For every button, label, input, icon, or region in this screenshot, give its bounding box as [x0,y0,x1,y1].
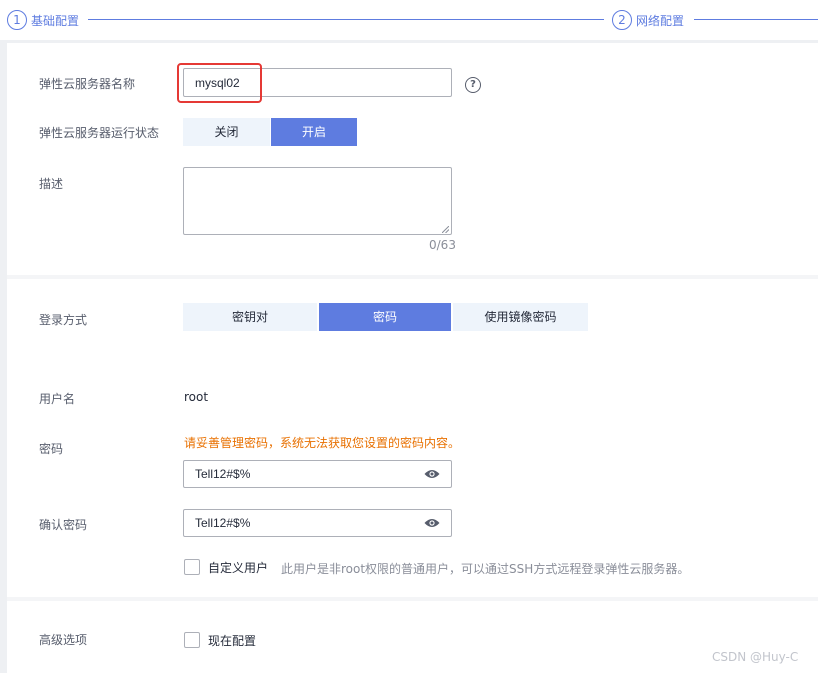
description-counter: 0/63 [429,238,456,252]
status-on-button[interactable]: 开启 [271,118,357,146]
confirm-password-input[interactable] [183,509,452,537]
step-2-label: 网络配置 [636,14,685,28]
username-value: root [184,390,209,404]
custom-user-checkbox[interactable] [184,559,200,575]
password-label: 密码 [39,442,64,456]
login-keypair-button[interactable]: 密钥对 [183,303,317,331]
step-header: 1 基础配置 2 网络配置 [0,0,818,40]
username-label: 用户名 [39,392,76,406]
step-1-number: 1 [7,10,27,30]
server-name-label: 弹性云服务器名称 [39,77,136,91]
login-password-button[interactable]: 密码 [319,303,451,331]
name-highlight-box [177,63,262,103]
section-divider [7,597,818,601]
watermark: CSDN @Huy-C [712,650,799,664]
step-2-number: 2 [612,10,632,30]
status-label: 弹性云服务器运行状态 [39,126,160,140]
confirm-password-label: 确认密码 [39,518,88,532]
status-off-button[interactable]: 关闭 [183,118,270,146]
configure-now-label: 现在配置 [208,634,257,648]
custom-user-label: 自定义用户 [208,561,269,575]
step-connector-tail [694,19,818,20]
custom-user-note: 此用户是非root权限的普通用户，可以通过SSH方式远程登录弹性云服务器。 [281,562,690,576]
advanced-options-label: 高级选项 [39,633,88,647]
configure-now-checkbox[interactable] [184,632,200,648]
show-password-eye-icon[interactable] [424,469,440,479]
password-warning: 请妥善管理密码，系统无法获取您设置的密码内容。 [184,436,461,450]
login-method-label: 登录方式 [39,313,88,327]
step-1-label: 基础配置 [31,14,80,28]
step-connector [88,19,604,20]
description-label: 描述 [39,177,64,191]
resize-handle-icon[interactable] [442,226,449,233]
description-textarea[interactable] [183,167,452,235]
show-confirm-password-eye-icon[interactable] [424,518,440,528]
section-divider [7,275,818,279]
login-image-password-button[interactable]: 使用镜像密码 [453,303,588,331]
help-icon[interactable]: ? [465,77,481,93]
password-input[interactable] [183,460,452,488]
